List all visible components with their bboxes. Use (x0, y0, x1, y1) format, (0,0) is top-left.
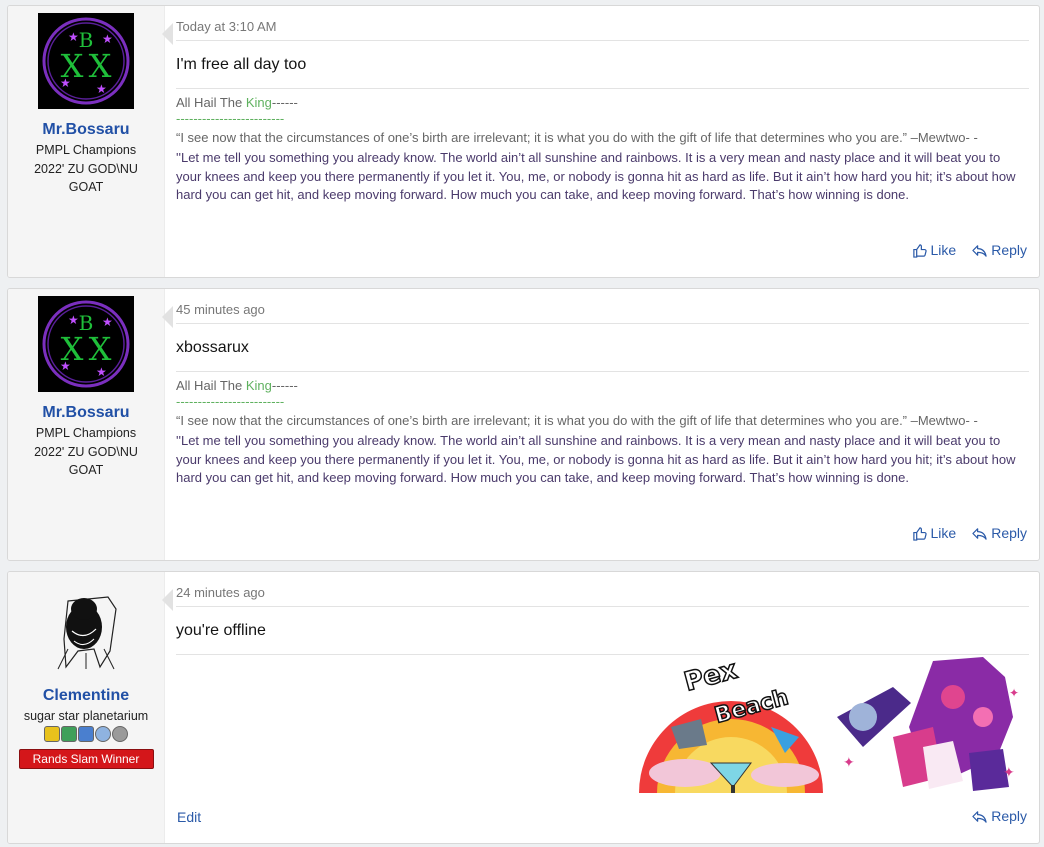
pex-on-the-beach-image[interactable]: Pex ON THE Beach (635, 657, 827, 793)
post-main: 45 minutes ago xbossarux All Hail The Ki… (165, 289, 1039, 560)
user-title: PMPL Champions 2022' ZU GOD\NU GOAT (34, 426, 138, 477)
user-banner: Rands Slam Winner (18, 748, 154, 769)
signature-line: All Hail The King------ (176, 377, 1029, 396)
post-actions: Like Reply (912, 525, 1027, 541)
reply-label: Reply (991, 525, 1027, 541)
like-button[interactable]: Like (912, 525, 957, 541)
post-date[interactable]: 45 minutes ago (176, 301, 1029, 324)
avatar[interactable]: B X X ★ ★ ★ ★ (38, 296, 134, 392)
reply-label: Reply (991, 808, 1027, 824)
post-main: 24 minutes ago you're offline Pex ON THE… (165, 572, 1039, 843)
message-body: xbossarux (176, 339, 249, 356)
like-label: Like (930, 525, 957, 541)
message-arrow (162, 589, 173, 611)
like-label: Like (930, 242, 957, 258)
svg-text:X: X (89, 47, 112, 85)
post-actions: Like Reply (912, 242, 1027, 258)
message-body: I'm free all day too (176, 56, 307, 73)
user-badges (8, 725, 164, 742)
signature-prefix: All Hail The (176, 378, 246, 393)
thumbs-up-icon (912, 526, 927, 541)
post-2: B X X ★ ★ ★ ★ Mr.Bossaru PMPL Champions … (7, 288, 1040, 561)
post-date[interactable]: Today at 3:10 AM (176, 18, 1029, 41)
avatar[interactable]: B X X ★ ★ ★ ★ (38, 13, 134, 109)
signature-quote: “I see now that the circumstances of one… (176, 412, 978, 428)
like-button[interactable]: Like (912, 242, 957, 258)
username[interactable]: Mr.Bossaru (8, 119, 164, 141)
svg-text:★: ★ (96, 365, 107, 379)
post-1: B X X ★ ★ ★ ★ Mr.Bossaru PMPL Champions … (7, 5, 1040, 278)
badge-icon[interactable] (95, 725, 111, 742)
signature-dashes: ------------------------- (176, 110, 285, 126)
svg-text:★: ★ (60, 76, 71, 90)
post-date[interactable]: 24 minutes ago (176, 584, 1029, 607)
svg-text:★: ★ (102, 32, 113, 46)
message-body: you're offline (176, 607, 1029, 655)
message-arrow (162, 306, 173, 328)
reply-icon (972, 810, 987, 823)
post-user-cell: B X X ★ ★ ★ ★ Mr.Bossaru PMPL Champions … (8, 289, 173, 560)
svg-text:★: ★ (60, 359, 71, 373)
svg-text:★: ★ (102, 315, 113, 329)
svg-text:★: ★ (68, 313, 79, 327)
avatar[interactable] (38, 579, 134, 675)
signature-quote: ''Let me tell you something you already … (176, 433, 1016, 485)
reply-icon (972, 527, 987, 540)
signature-prefix: All Hail The (176, 95, 246, 110)
reply-button[interactable]: Reply (972, 525, 1027, 541)
svg-text:✦: ✦ (1003, 764, 1015, 780)
signature-line: All Hail The King------ (176, 94, 1029, 113)
signature-dashes: ------------------------- (176, 393, 285, 409)
post-3: Clementine sugar star planetarium Rands … (7, 571, 1040, 844)
signature: All Hail The King------ ----------------… (176, 88, 1029, 205)
signature-suffix: ------ (271, 378, 298, 393)
user-title: sugar star planetarium (23, 709, 149, 723)
post-user-cell: B X X ★ ★ ★ ★ Mr.Bossaru PMPL Champions … (8, 6, 173, 277)
signature-suffix: ------ (271, 95, 298, 110)
post-user-cell: Clementine sugar star planetarium Rands … (8, 572, 173, 843)
badge-icon[interactable] (44, 725, 60, 742)
badge-icon[interactable] (112, 725, 128, 742)
reply-label: Reply (991, 242, 1027, 258)
character-art-image[interactable]: ✦ ✦ ✦ (833, 657, 1025, 793)
badge-icon[interactable] (78, 725, 94, 742)
signature-king: King (245, 378, 272, 393)
attachments: Pex ON THE Beach ✦ ✦ ✦ (635, 657, 1025, 793)
signature-quote: ''Let me tell you something you already … (176, 150, 1016, 202)
svg-text:✦: ✦ (1009, 686, 1019, 700)
reply-button[interactable]: Reply (972, 808, 1027, 824)
svg-text:★: ★ (68, 30, 79, 44)
svg-text:✦: ✦ (843, 754, 855, 770)
post-main: Today at 3:10 AM I'm free all day too Al… (165, 6, 1039, 277)
thumbs-up-icon (912, 243, 927, 258)
badge-icon[interactable] (61, 725, 77, 742)
signature-king: King (245, 95, 272, 110)
svg-text:★: ★ (96, 82, 107, 96)
message-arrow (162, 23, 173, 45)
username[interactable]: Mr.Bossaru (8, 402, 164, 424)
signature: All Hail The King------ ----------------… (176, 371, 1029, 488)
reply-button[interactable]: Reply (972, 242, 1027, 258)
reply-icon (972, 244, 987, 257)
edit-button[interactable]: Edit (177, 809, 201, 825)
post-actions: Reply (972, 808, 1027, 824)
svg-text:X: X (89, 330, 112, 368)
user-title: PMPL Champions 2022' ZU GOD\NU GOAT (34, 143, 138, 194)
username[interactable]: Clementine (8, 685, 164, 707)
signature-quote: “I see now that the circumstances of one… (176, 129, 978, 145)
